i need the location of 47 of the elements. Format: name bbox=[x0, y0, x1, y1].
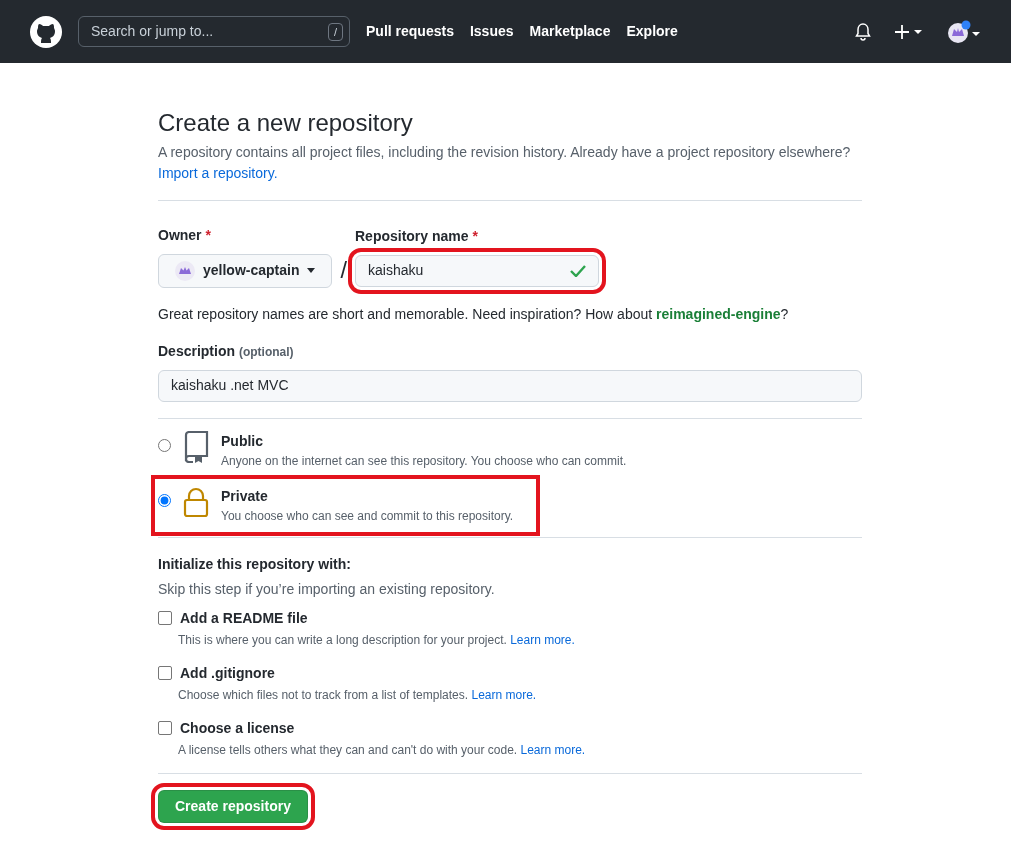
nav-link[interactable]: Issues bbox=[469, 21, 514, 42]
github-logo[interactable] bbox=[30, 15, 62, 48]
nav-link[interactable]: Marketplace bbox=[529, 21, 611, 42]
option-description: You choose who can see and commit to this repository. bbox=[221, 507, 514, 525]
learn-more-link[interactable]: Learn more. bbox=[510, 632, 575, 647]
avatar-icon bbox=[175, 260, 195, 281]
option-description: A license tells others what they can and can't do with your code. Learn more. bbox=[178, 741, 587, 759]
learn-more-link[interactable]: Learn more. bbox=[471, 687, 537, 702]
name-hint-text: Great repository names are short and memorable. Need inspiration? How about reimagined-engine? bbox=[158, 304, 790, 324]
option-description: This is where you can write a long description for your project. Learn more. bbox=[178, 631, 576, 649]
field-label: Owner * bbox=[158, 225, 212, 245]
plus-dropdown-icon[interactable] bbox=[895, 23, 923, 40]
option-description: Anyone on the internet can see this repository. You choose who can commit. bbox=[221, 452, 627, 470]
lock-icon bbox=[183, 485, 209, 518]
section-title: Initialize this repository with: bbox=[158, 554, 352, 574]
path-separator: / bbox=[340, 255, 347, 285]
visibility-option[interactable]: Private You choose who can see and commit to this repository. bbox=[158, 481, 534, 529]
nav-link[interactable]: Explore bbox=[626, 21, 678, 42]
owner-dropdown[interactable]: yellow-captain bbox=[158, 253, 333, 288]
learn-more-link[interactable]: Learn more. bbox=[520, 742, 586, 757]
checkbox-label: Add a README file bbox=[180, 608, 308, 628]
checkbox[interactable] bbox=[158, 721, 172, 736]
option-title: Private bbox=[221, 486, 269, 506]
option-title: Public bbox=[221, 431, 264, 451]
caret-icon bbox=[307, 268, 316, 274]
visibility-option[interactable]: Public Anyone on the internet can see this repository. You choose who can commit. bbox=[158, 426, 647, 474]
checkbox[interactable] bbox=[158, 666, 172, 681]
search-field[interactable]: Search or jump to... / bbox=[78, 16, 350, 47]
intro-text: A repository contains all project files, including the revision history. Already have a project repository elsewhere? Import a repository. bbox=[158, 142, 852, 183]
radio-button[interactable] bbox=[158, 438, 171, 452]
shortcut-key: / bbox=[327, 22, 343, 41]
option-description: Choose which files not to track from a list of templates. Learn more. bbox=[178, 686, 538, 704]
bell-icon[interactable] bbox=[855, 22, 871, 41]
page-title: Create a new repository bbox=[158, 109, 414, 138]
checkbox-label: Choose a license bbox=[180, 718, 295, 738]
checkbox-label: Add .gitignore bbox=[180, 663, 275, 683]
radio-button[interactable] bbox=[158, 493, 171, 507]
section-hint: Skip this step if you’re importing an existing repository. bbox=[158, 579, 496, 599]
field-label: Description (optional) bbox=[158, 341, 295, 361]
field-label: Repository name * bbox=[355, 226, 479, 246]
nav-link[interactable]: Pull requests bbox=[366, 21, 454, 42]
suggestion-link[interactable]: reimagined-engine bbox=[656, 305, 781, 322]
description-field[interactable]: kaishaku .net MVC bbox=[158, 369, 862, 402]
book-icon bbox=[183, 430, 209, 463]
import-link[interactable]: Import a repository. bbox=[158, 164, 278, 181]
avatar-dropdown-icon[interactable] bbox=[947, 19, 981, 44]
checkbox[interactable] bbox=[158, 611, 172, 626]
